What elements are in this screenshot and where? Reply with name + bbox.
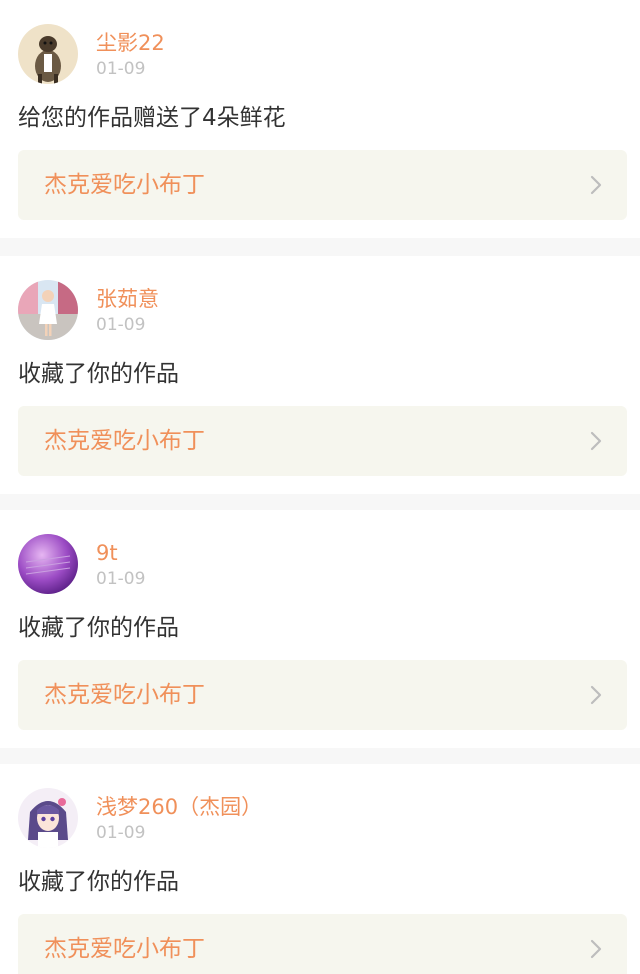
user-name[interactable]: 9t	[96, 540, 118, 566]
notification-card: 9t 01-09 收藏了你的作品 杰克爱吃小布丁	[0, 510, 640, 748]
user-name[interactable]: 尘影22	[96, 30, 165, 56]
work-title: 杰克爱吃小布丁	[44, 172, 205, 198]
purple-photo-avatar-icon	[18, 534, 78, 594]
chevron-right-icon	[589, 937, 603, 961]
chevron-right-icon	[589, 683, 603, 707]
user-avatar[interactable]	[18, 24, 78, 84]
user-avatar[interactable]	[18, 534, 78, 594]
notification-date: 01-09	[96, 315, 146, 335]
notification-date: 01-09	[96, 59, 146, 79]
chevron-right-icon	[589, 173, 603, 197]
user-name[interactable]: 张茹意	[96, 286, 159, 312]
notification-date: 01-09	[96, 823, 146, 843]
work-title: 杰克爱吃小布丁	[44, 936, 205, 962]
dog-photo-avatar-icon	[18, 24, 78, 84]
work-link-button[interactable]: 杰克爱吃小布丁	[18, 406, 627, 476]
notification-card: 浅梦260（杰园） 01-09 收藏了你的作品 杰克爱吃小布丁	[0, 764, 640, 974]
work-link-button[interactable]: 杰克爱吃小布丁	[18, 660, 627, 730]
notification-card: 尘影22 01-09 给您的作品赠送了4朵鲜花 杰克爱吃小布丁	[0, 0, 640, 238]
work-link-button[interactable]: 杰克爱吃小布丁	[18, 914, 627, 974]
notification-date: 01-09	[96, 569, 146, 589]
notification-action: 给您的作品赠送了4朵鲜花	[18, 105, 286, 131]
user-avatar[interactable]	[18, 280, 78, 340]
chevron-right-icon	[589, 429, 603, 453]
notification-action: 收藏了你的作品	[18, 869, 179, 895]
girl-photo-avatar-icon	[18, 280, 78, 340]
anime-girl-avatar-icon	[18, 788, 78, 848]
notification-action: 收藏了你的作品	[18, 615, 179, 641]
work-link-button[interactable]: 杰克爱吃小布丁	[18, 150, 627, 220]
notification-card: 张茹意 01-09 收藏了你的作品 杰克爱吃小布丁	[0, 256, 640, 494]
notification-feed: 尘影22 01-09 给您的作品赠送了4朵鲜花 杰克爱吃小布丁 张茹意 01-0…	[0, 0, 640, 974]
notification-action: 收藏了你的作品	[18, 361, 179, 387]
work-title: 杰克爱吃小布丁	[44, 682, 205, 708]
work-title: 杰克爱吃小布丁	[44, 428, 205, 454]
user-avatar[interactable]	[18, 788, 78, 848]
user-name[interactable]: 浅梦260（杰园）	[96, 794, 262, 820]
